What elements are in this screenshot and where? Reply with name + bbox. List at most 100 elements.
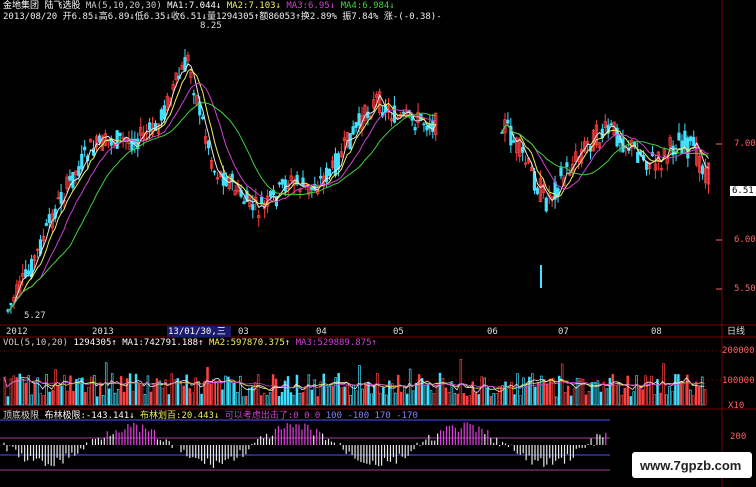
volume-bar <box>513 394 516 406</box>
volume-bar <box>462 393 466 406</box>
candle-body <box>559 167 563 177</box>
volume-bar <box>316 396 320 406</box>
candle-body <box>192 93 196 96</box>
x-label-2013: 2013 <box>92 327 114 337</box>
candle-body <box>277 182 282 185</box>
volume-bar <box>292 395 296 406</box>
volume-header: VOL(5,10,20) 1294305↑ MA1:742791.188↑ MA… <box>3 338 377 348</box>
ma3-value: MA3:6.95↓ <box>286 1 336 11</box>
candle-body <box>521 147 525 153</box>
volume-bar <box>6 396 10 406</box>
price-tick-6: 6.00 <box>734 235 756 245</box>
candle-body <box>77 166 81 177</box>
volume-bar <box>364 384 367 406</box>
volume-bar <box>268 392 272 406</box>
volume-bar <box>289 392 293 406</box>
period-daily-tab[interactable]: 日线 <box>727 327 745 337</box>
candle-body <box>354 122 358 128</box>
volume-bar <box>534 386 537 406</box>
volume-bar <box>304 385 308 406</box>
volume-bar <box>33 382 36 406</box>
volume-bar <box>700 376 704 406</box>
volume-bar <box>101 395 105 406</box>
volume-bar <box>376 372 379 406</box>
volume-bar <box>623 387 626 406</box>
candle-body <box>512 140 516 143</box>
volume-bar <box>221 389 224 406</box>
volume-bar <box>256 374 260 406</box>
candle-body <box>80 153 84 170</box>
volume-bar <box>683 384 686 406</box>
candle-body <box>357 113 361 126</box>
indicator-levels: 100 -100 170 -170 <box>325 411 418 421</box>
candle-body <box>351 126 355 135</box>
volume-bar <box>408 368 412 406</box>
indicator-v3: 可以考虑出击了:0 0 0 <box>224 411 321 421</box>
volume-bar <box>465 395 469 406</box>
vol-tick-200000: 200000 <box>722 346 755 356</box>
watermark: www.7gpzb.com <box>632 452 752 478</box>
volume-bar <box>346 384 349 406</box>
candle-body <box>251 204 255 211</box>
volume-bar <box>614 384 618 406</box>
candle-body <box>680 140 684 154</box>
x-label-06: 06 <box>487 327 498 337</box>
candle-body <box>242 201 246 204</box>
volume-bar <box>483 377 486 406</box>
candle-body <box>535 187 540 195</box>
ind-tick-200: 200 <box>730 432 747 442</box>
volume-bar <box>48 391 51 406</box>
volume-bar <box>644 375 647 406</box>
volume-bar <box>140 385 144 406</box>
candle-body <box>686 137 690 159</box>
volume-bar <box>143 394 147 406</box>
volume-bar <box>420 378 424 406</box>
indicator-v2: 布林划百:20.443↓ <box>140 411 220 421</box>
candle-body <box>413 127 417 131</box>
volume-bar <box>182 385 185 406</box>
volume-value: 1294305↑ <box>73 338 117 348</box>
volume-bar <box>671 390 674 406</box>
volume-bar <box>453 393 457 406</box>
volume-bar <box>307 374 311 406</box>
candle-body <box>212 170 217 173</box>
volume-bars <box>3 358 707 406</box>
quote-line: 2013/08/20 开6.85↓高6.89↓低6.35↓收6.51↓量1294… <box>3 12 442 22</box>
candle-body <box>97 135 102 143</box>
indicator-header: 顶底极限 布林极限:-143.141↓ 布林划百:20.443↓ 可以考虑出击了… <box>3 411 418 421</box>
volume-bar <box>277 396 281 406</box>
volume-bar <box>438 372 442 406</box>
indicator-name: 陆飞选股 <box>44 1 81 11</box>
volume-bar <box>587 391 591 406</box>
volume-bar <box>262 392 266 406</box>
volume-bar <box>486 387 489 406</box>
volume-bar <box>468 395 472 406</box>
volume-bar <box>605 388 609 406</box>
candle-body <box>295 174 299 185</box>
volume-bar <box>206 366 209 406</box>
x-label-cursor-date: 13/01/30,三 <box>168 327 226 337</box>
volume-bar <box>215 381 218 406</box>
candle-body <box>506 119 510 124</box>
volume-bar <box>417 374 421 406</box>
volume-bar <box>242 396 245 406</box>
indicator-v1: 布林极限:-143.141↓ <box>44 411 135 421</box>
volume-bar <box>72 390 75 406</box>
x-label-07: 07 <box>558 327 569 337</box>
volume-bar <box>665 394 668 406</box>
candle-body <box>71 171 75 188</box>
volume-bar <box>301 392 305 406</box>
ma1-value: MA1:7.044↓ <box>167 1 222 11</box>
volume-bar <box>629 396 632 406</box>
candle-body <box>683 130 687 147</box>
candle-body <box>280 179 284 185</box>
volume-bar <box>340 387 343 406</box>
volume-bar <box>554 396 558 406</box>
volume-bar <box>480 376 483 406</box>
volume-bar <box>265 395 269 406</box>
volume-bar <box>456 393 460 406</box>
volume-bar <box>474 392 477 406</box>
candle-body <box>333 153 338 176</box>
volume-ma3: MA3:529889.875↑ <box>295 338 377 348</box>
watermark-text: www.7gpzb.com <box>640 458 742 473</box>
